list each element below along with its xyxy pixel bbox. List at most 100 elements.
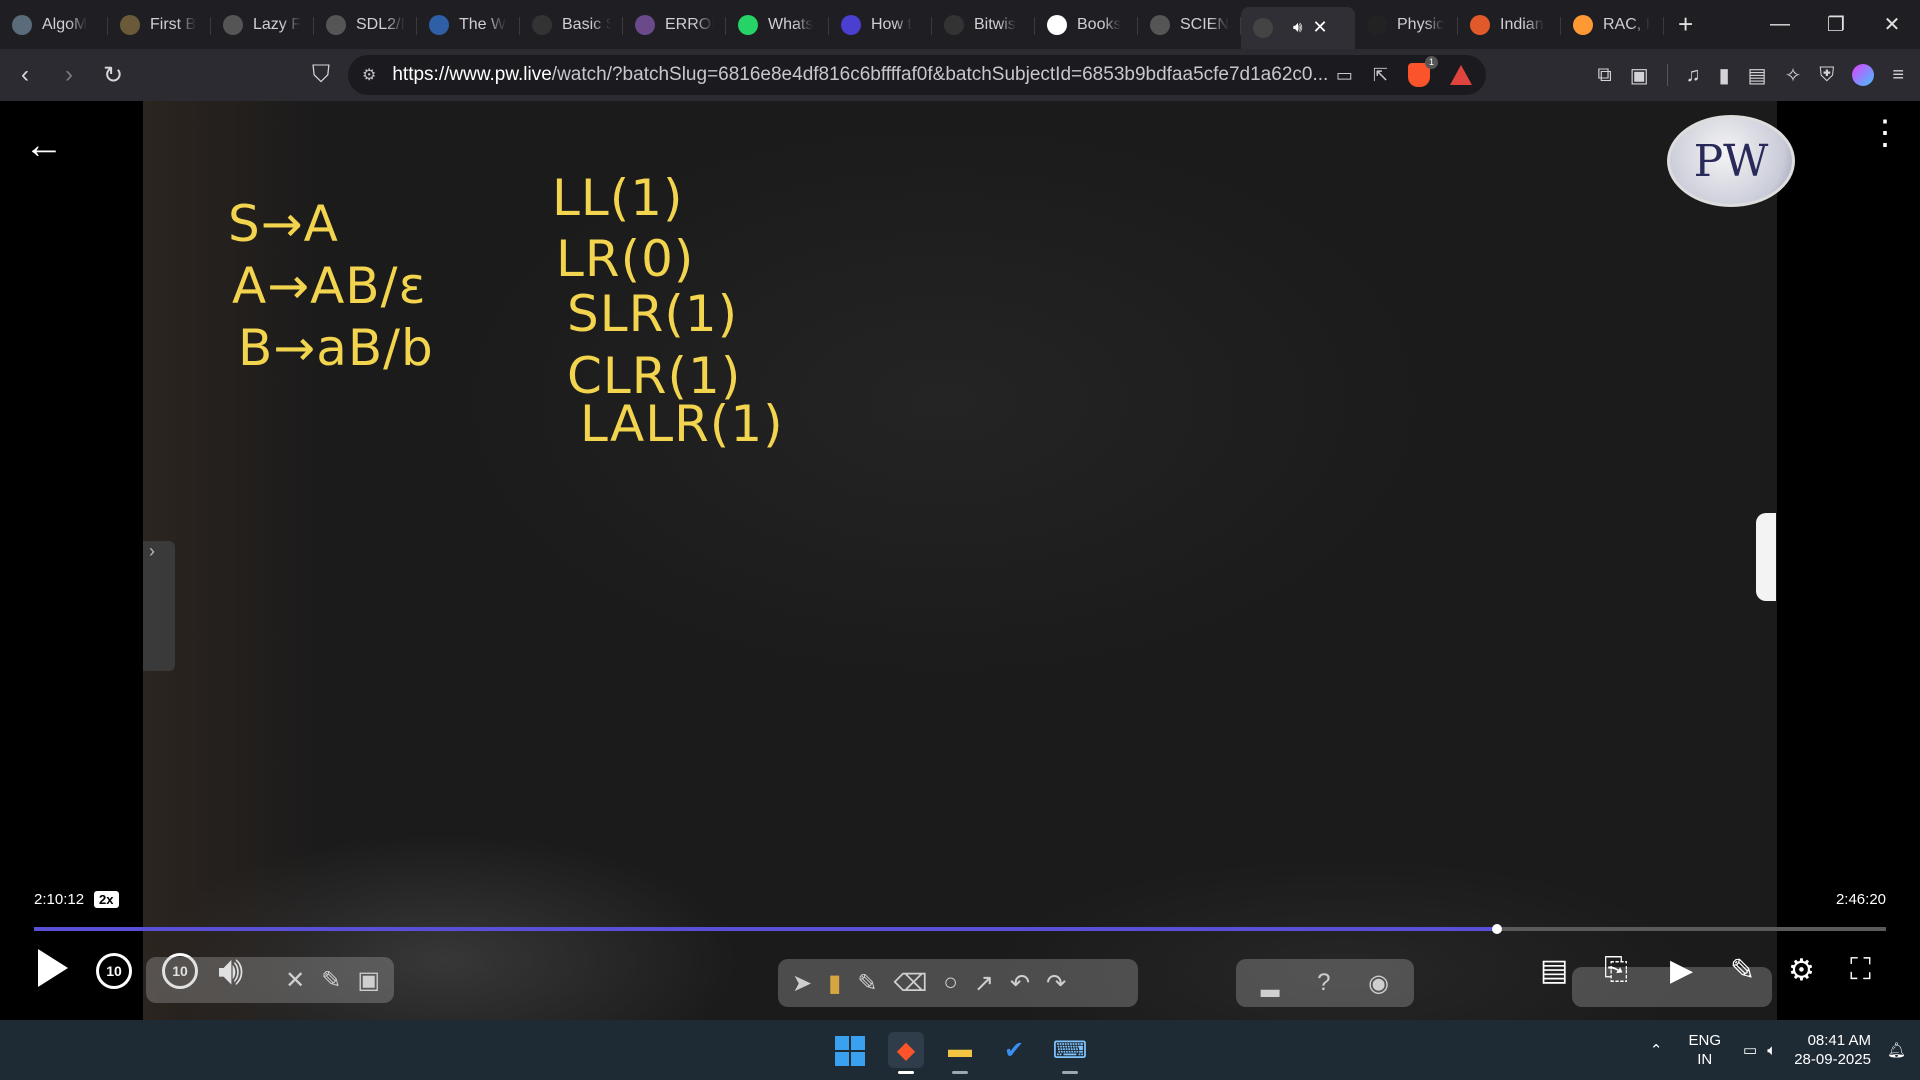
play-button[interactable] xyxy=(38,949,68,987)
lang-bottom: IN xyxy=(1697,1051,1713,1068)
tab-label: Physic xyxy=(1397,15,1445,33)
site-settings-icon[interactable]: ⚙ xyxy=(362,65,376,85)
vpn-icon[interactable]: ⛨ xyxy=(1819,64,1834,87)
bookmark-button[interactable]: ⛉ xyxy=(302,56,340,94)
close-window-button[interactable]: ✕ xyxy=(1864,0,1920,49)
tab-label: Bitwis xyxy=(974,15,1016,33)
player-back-button[interactable]: ← xyxy=(24,123,64,168)
spinner-icon xyxy=(120,14,140,35)
chat-button[interactable]: ▤ xyxy=(1540,953,1568,988)
rewind-10-button[interactable]: 10 xyxy=(96,953,132,989)
browser-tab[interactable]: Physic xyxy=(1355,5,1458,45)
bell-icon[interactable]: 🔔︎ xyxy=(1887,1041,1906,1059)
tab-label: SCIEN xyxy=(1180,15,1229,33)
google-icon xyxy=(1047,14,1067,35)
tools-icon: ✕ xyxy=(285,966,306,994)
reader-mode-icon[interactable]: ▣ xyxy=(1630,63,1649,88)
right-panel-toggle[interactable] xyxy=(1756,513,1776,601)
browser-tab[interactable]: Lazy F xyxy=(211,5,314,45)
whatsapp-icon xyxy=(738,14,758,35)
eraser-icon: ⌫ xyxy=(893,969,928,997)
browser-tab[interactable]: How t xyxy=(829,5,932,45)
brave-taskbar-app[interactable]: ◆ xyxy=(888,1032,924,1074)
pw-logo: PW xyxy=(1667,115,1795,207)
browser-tab[interactable]: RAC, I xyxy=(1561,5,1664,45)
marker-icon: ↗ xyxy=(973,969,994,997)
video-player[interactable]: S→A A→AB/ε B→aB/b LL(1) LR(0) SLR(1) CLR… xyxy=(0,101,1920,1020)
board-grammar-line-1: S→A xyxy=(228,195,339,253)
running-indicator xyxy=(1062,1071,1078,1074)
translate-button[interactable]: ⎘ xyxy=(1604,953,1628,987)
language-indicator[interactable]: ENG IN xyxy=(1689,1031,1722,1069)
close-tab-icon[interactable]: ✕ xyxy=(1312,17,1327,38)
w-badge-icon xyxy=(429,14,449,35)
extensions-icon[interactable]: ⧉ xyxy=(1597,64,1611,87)
shape-icon: ○ xyxy=(943,969,958,996)
browser-tab[interactable]: Indian xyxy=(1458,5,1561,45)
minimize-button[interactable]: — xyxy=(1752,0,1808,49)
browser-tab[interactable]: SDL2/I xyxy=(314,5,417,45)
tab-audio-icon[interactable]: 🔊︎ xyxy=(1293,19,1302,36)
brave-rewards-icon[interactable] xyxy=(1450,65,1472,85)
browser-tab[interactable]: AlgoM xyxy=(0,5,108,45)
shield-count: 1 xyxy=(1425,56,1438,69)
browser-tab[interactable]: Basic S xyxy=(520,5,623,45)
player-more-button[interactable]: ⋮ xyxy=(1868,116,1902,150)
browser-tab[interactable]: 🔊︎ ✕ xyxy=(1241,6,1355,49)
sidebar-icon[interactable]: ▮ xyxy=(1719,63,1730,88)
browser-tab[interactable]: The W xyxy=(417,5,520,45)
checkmark-icon: ✔ xyxy=(1003,1036,1025,1064)
share-icon[interactable]: ⇱ xyxy=(1373,65,1388,86)
wallet-icon[interactable]: ▤ xyxy=(1748,63,1767,88)
lang-top: ENG xyxy=(1688,1032,1722,1049)
reload-button[interactable]: ↻ xyxy=(94,56,132,94)
progress-fill xyxy=(34,927,1498,931)
address-bar[interactable]: ⚙ https://www.pw.live/watch/?batchSlug=6… xyxy=(348,55,1486,95)
media-icon[interactable]: ♫ xyxy=(1686,64,1701,87)
keyboard-taskbar-app[interactable]: ⌨ xyxy=(1052,1032,1088,1074)
board-parser-line-3: SLR(1) xyxy=(567,285,739,343)
forward-button[interactable]: › xyxy=(50,56,88,94)
windows-start-icon[interactable] xyxy=(835,1036,865,1066)
tab-label: Lazy F xyxy=(253,15,302,33)
speed-badge[interactable]: 2x xyxy=(94,891,119,908)
browser-tab[interactable]: Bitwis xyxy=(932,5,1035,45)
progress-bar[interactable] xyxy=(34,924,1886,934)
clock[interactable]: 08:41 AM 28-09-2025 xyxy=(1794,1031,1871,1069)
running-indicator xyxy=(898,1071,914,1074)
tab-label: ERROI xyxy=(665,15,714,33)
fullscreen-button[interactable]: ⛶ xyxy=(1850,953,1871,987)
pw-w-icon xyxy=(1367,14,1387,35)
left-panel-toggle[interactable]: › xyxy=(143,541,175,671)
chevron-left-icon: ‹ xyxy=(21,61,29,88)
blackboard-video-frame xyxy=(143,101,1777,1020)
globe-icon xyxy=(1150,14,1170,35)
next-icon: ▶ xyxy=(1670,954,1694,987)
tab-label: The W xyxy=(459,15,507,33)
leo-ai-icon[interactable]: ✧ xyxy=(1785,63,1802,88)
brave-shields-icon[interactable]: 1 xyxy=(1408,56,1438,87)
back-button[interactable]: ‹ xyxy=(6,56,44,94)
browser-tab[interactable]: First B xyxy=(108,5,211,45)
browser-tab[interactable]: SCIEN xyxy=(1138,5,1241,45)
volume-tray-icon[interactable]: 🔈︎ xyxy=(1767,1042,1776,1059)
url-text[interactable]: https://www.pw.live/watch/?batchSlug=681… xyxy=(392,64,1336,86)
todo-taskbar-app[interactable]: ✔ xyxy=(996,1032,1032,1068)
chevron-right-icon: › xyxy=(65,61,73,88)
browser-tab[interactable]: ERROI xyxy=(623,5,726,45)
profile-icon[interactable] xyxy=(1852,64,1875,86)
file-explorer-taskbar-app[interactable]: ▬ xyxy=(942,1032,978,1074)
new-tab-button[interactable]: + xyxy=(1664,9,1707,40)
next-video-button[interactable]: ▶ xyxy=(1670,953,1693,988)
browser-tab[interactable]: Books xyxy=(1035,5,1138,45)
network-icon[interactable]: ▭ xyxy=(1743,1041,1757,1059)
restore-button[interactable]: ❐ xyxy=(1808,0,1864,49)
browser-tab[interactable]: Whats xyxy=(726,5,829,45)
menu-icon[interactable]: ≡ xyxy=(1892,64,1904,87)
notes-button[interactable]: ✎ xyxy=(1730,953,1755,988)
cast-icon[interactable]: ▭ xyxy=(1336,65,1353,86)
settings-button[interactable]: ⚙ xyxy=(1788,953,1815,988)
tray-chevron-up-icon[interactable]: ⌃ xyxy=(1650,1041,1663,1059)
toolbar-divider xyxy=(1666,64,1668,86)
arrow-left-icon: ← xyxy=(24,123,64,167)
